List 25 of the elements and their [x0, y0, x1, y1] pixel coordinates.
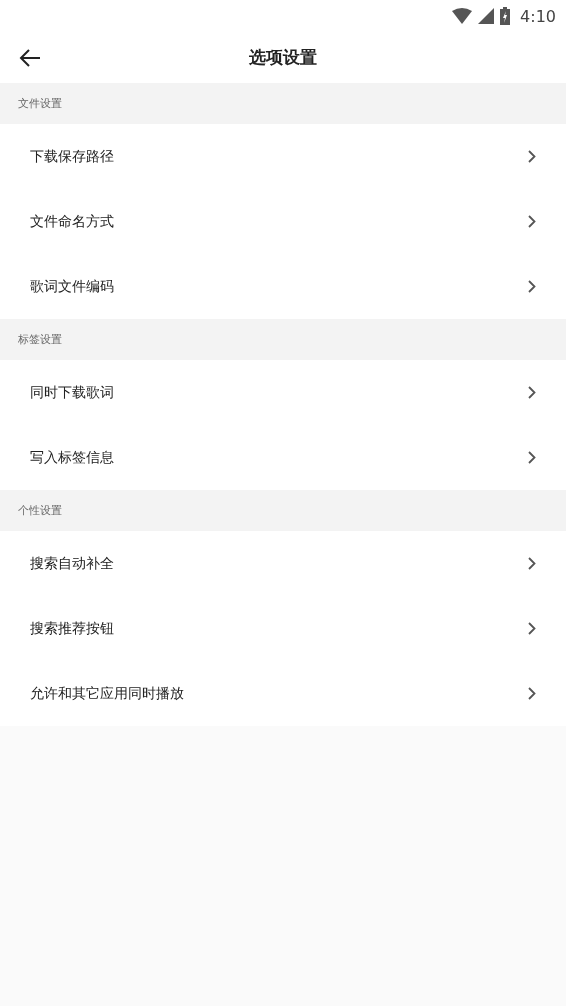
chevron-icon: [528, 557, 536, 570]
chevron-icon: [528, 451, 536, 464]
settings-item[interactable]: 下载保存路径: [0, 124, 566, 189]
page-title: 选项设置: [249, 46, 317, 69]
chevron-icon: [528, 622, 536, 635]
chevron-icon: [528, 386, 536, 399]
chevron-icon: [528, 280, 536, 293]
settings-item[interactable]: 歌词文件编码: [0, 254, 566, 319]
section-header: 标签设置: [18, 332, 62, 347]
status-time: 4:10: [520, 6, 556, 26]
chevron-icon: [528, 150, 536, 163]
settings-item[interactable]: 同时下载歌词: [0, 360, 566, 425]
settings-item[interactable]: 文件命名方式: [0, 189, 566, 254]
chevron-icon: [528, 215, 536, 228]
section-header: 个性设置: [18, 503, 62, 518]
wifi-icon: [452, 8, 473, 24]
signal-icon: [478, 8, 495, 24]
settings-item[interactable]: 搜索推荐按钮: [0, 596, 566, 661]
battery-icon: [500, 7, 511, 25]
settings-item[interactable]: 写入标签信息: [0, 425, 566, 490]
section-header: 文件设置: [18, 96, 62, 111]
back-arrow-icon: [19, 49, 41, 67]
settings-item[interactable]: 允许和其它应用同时播放: [0, 661, 566, 726]
settings-item[interactable]: 搜索自动补全: [0, 531, 566, 596]
chevron-icon: [528, 687, 536, 700]
